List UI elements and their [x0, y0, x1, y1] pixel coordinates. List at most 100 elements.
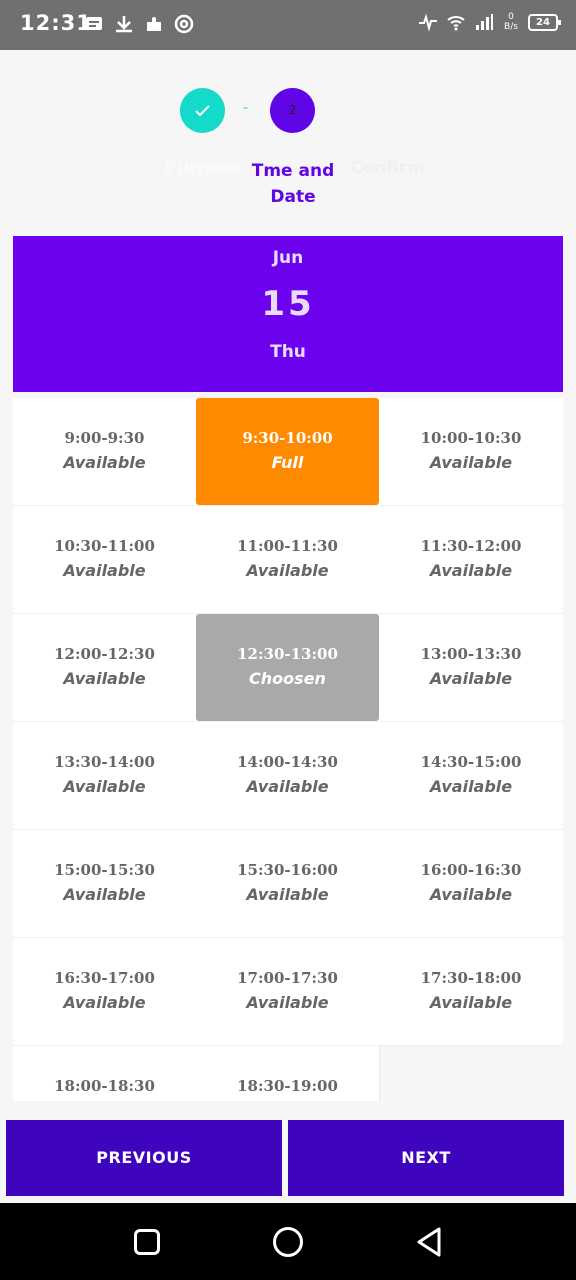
- slot-status: Available: [63, 669, 146, 688]
- battery-icon: 24: [528, 13, 561, 31]
- signal-icon: [476, 14, 493, 30]
- next-button[interactable]: NEXT: [288, 1120, 564, 1196]
- time-slot[interactable]: 18:00-18:30: [13, 1046, 196, 1101]
- slot-time: 9:30-10:00: [242, 429, 333, 447]
- slot-time: 11:00-11:30: [237, 537, 338, 555]
- time-slot-content: 16:00-16:30 Available: [379, 861, 563, 904]
- slot-status: Available: [429, 993, 513, 1012]
- time-slot[interactable]: 13:00-13:30 Available: [379, 614, 563, 722]
- time-slot[interactable]: 18:30-19:00: [196, 1046, 379, 1101]
- slot-list: 9:00-9:30 Available 9:30-10:00 Full 10:00-10…: [13, 398, 563, 1101]
- slot-status: Available: [246, 885, 329, 904]
- time-slot-content: 18:00-18:30: [13, 1077, 196, 1095]
- recents-icon[interactable]: [134, 1229, 160, 1255]
- time-slot[interactable]: 9:00-9:30 Available: [13, 398, 196, 506]
- slot-time: 10:30-11:00: [54, 537, 155, 555]
- slot-time: 13:30-14:00: [54, 753, 155, 771]
- network-speed: 0 B/s: [502, 12, 520, 32]
- date-header: Jun 15 Thu: [13, 236, 563, 392]
- time-slot[interactable]: 15:30-16:00 Available: [196, 830, 379, 938]
- time-slot-content: 9:30-10:00 Full: [196, 398, 379, 505]
- time-slot[interactable]: 9:30-10:00 Full: [196, 398, 379, 506]
- slot-status: Available: [246, 993, 329, 1012]
- time-slot[interactable]: 16:30-17:00 Available: [13, 938, 196, 1046]
- time-slot[interactable]: 17:00-17:30 Available: [196, 938, 379, 1046]
- time-slot-content: 16:30-17:00 Available: [13, 969, 196, 1012]
- slot-time: 16:00-16:30: [420, 861, 522, 879]
- check-icon: [195, 105, 210, 117]
- slot-time: 17:30-18:00: [420, 969, 522, 987]
- slot-status: Available: [429, 885, 513, 904]
- speed-value: 0: [508, 12, 514, 22]
- wifi-icon: [447, 16, 465, 31]
- slot-status: Available: [429, 453, 513, 472]
- back-icon[interactable]: [414, 1225, 444, 1259]
- time-slot[interactable]: 15:00-15:30 Available: [13, 830, 196, 938]
- step-2-label: Tme and Date: [251, 161, 335, 207]
- slot-status: Available: [246, 561, 329, 580]
- time-slot[interactable]: 13:30-14:00 Available: [13, 722, 196, 830]
- home-icon[interactable]: [273, 1227, 303, 1257]
- slot-status: Choosen: [249, 669, 326, 688]
- speed-unit: B/s: [504, 22, 518, 32]
- slot-status: Available: [63, 453, 146, 472]
- date-day: 15: [261, 284, 315, 324]
- step-divider: -: [243, 100, 249, 116]
- step-indicator: - 2 Purpose Tme and Date Confirm: [0, 50, 576, 236]
- slot-time: 9:00-9:30: [64, 429, 145, 447]
- time-slot-content: 9:00-9:30 Available: [13, 429, 196, 472]
- time-slot[interactable]: 16:00-16:30 Available: [379, 830, 563, 938]
- time-slot-content: 17:00-17:30 Available: [196, 969, 379, 1012]
- at-icon: [174, 14, 194, 34]
- empty-cell: [379, 1046, 563, 1101]
- time-slot[interactable]: 12:00-12:30 Available: [13, 614, 196, 722]
- time-slot[interactable]: 10:00-10:30 Available: [379, 398, 563, 506]
- step-1-circle: [180, 88, 225, 133]
- slot-status: Available: [246, 777, 329, 796]
- status-time: 12:31: [20, 11, 92, 35]
- activity-icon: [419, 13, 437, 32]
- slot-time: 18:30-19:00: [237, 1077, 338, 1095]
- time-slot[interactable]: 17:30-18:00 Available: [379, 938, 563, 1046]
- time-slot[interactable]: 14:30-15:00 Available: [379, 722, 563, 830]
- system-icons: 0 B/s 24: [418, 12, 561, 32]
- time-slot[interactable]: 12:30-13:00 Choosen: [196, 614, 379, 722]
- time-slot[interactable]: 10:30-11:00 Available: [13, 506, 196, 614]
- time-slot-grid: 9:00-9:30 Available 9:30-10:00 Full 10:00-10…: [13, 398, 563, 1101]
- previous-button[interactable]: PREVIOUS: [6, 1120, 282, 1196]
- slot-status: Available: [429, 777, 513, 796]
- slot-time: 12:30-13:00: [237, 645, 338, 663]
- time-slot[interactable]: 11:00-11:30 Available: [196, 506, 379, 614]
- usb-icon: [116, 16, 132, 33]
- time-slot-content: 13:00-13:30 Available: [379, 645, 563, 688]
- time-slot-content: 13:30-14:00 Available: [13, 753, 196, 796]
- time-slot[interactable]: 14:00-14:30 Available: [196, 722, 379, 830]
- slot-status: Full: [271, 453, 304, 472]
- slot-status: Available: [429, 669, 513, 688]
- puzzle-icon: [147, 17, 161, 31]
- slot-status: Available: [63, 561, 146, 580]
- slot-status: Available: [63, 885, 146, 904]
- step-1-label: Purpose: [164, 158, 244, 178]
- slot-status: Available: [429, 561, 513, 580]
- notification-icons: [84, 14, 194, 34]
- slot-time: 16:30-17:00: [54, 969, 155, 987]
- slot-time: 17:00-17:30: [237, 969, 338, 987]
- time-slot[interactable]: 11:30-12:00 Available: [379, 506, 563, 614]
- time-slot-content: 15:00-15:30 Available: [13, 861, 196, 904]
- slot-time: 15:00-15:30: [54, 861, 155, 879]
- time-slot-content: 15:30-16:00 Available: [196, 861, 379, 904]
- slot-time: 14:00-14:30: [237, 753, 338, 771]
- time-slot-content: 14:30-15:00 Available: [379, 753, 563, 796]
- slot-time: 14:30-15:00: [420, 753, 522, 771]
- slot-status: Available: [63, 777, 146, 796]
- time-slot-content: 10:30-11:00 Available: [13, 537, 196, 580]
- date-weekday: Thu: [270, 342, 306, 362]
- message-icon: [86, 17, 102, 30]
- time-slot-content: 12:30-13:00 Choosen: [196, 614, 379, 721]
- slot-time: 10:00-10:30: [420, 429, 522, 447]
- slot-time: 12:00-12:30: [54, 645, 155, 663]
- slot-time: 13:00-13:30: [420, 645, 522, 663]
- time-slot-content: 10:00-10:30 Available: [379, 429, 563, 472]
- slot-status: Available: [63, 993, 146, 1012]
